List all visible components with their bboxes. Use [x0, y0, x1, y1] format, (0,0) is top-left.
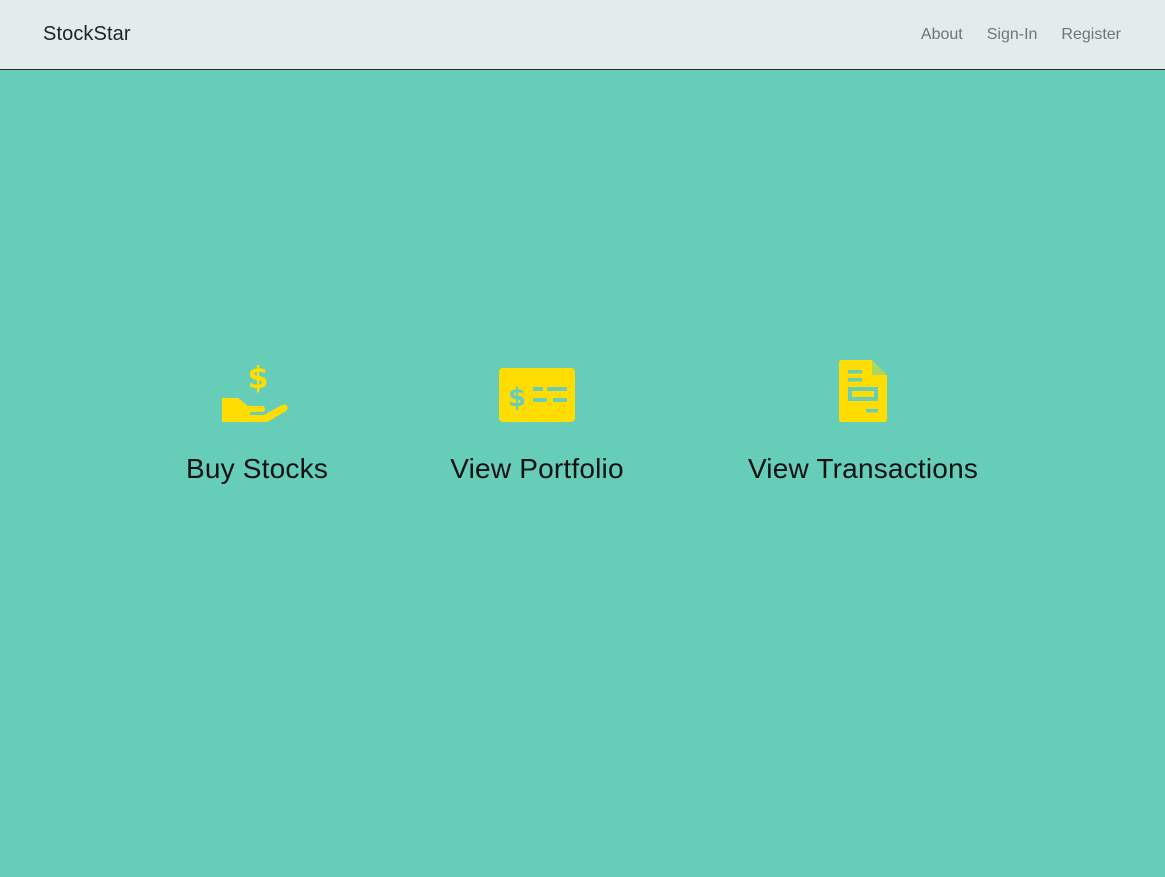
nav-link-sign-in[interactable]: Sign-In	[987, 26, 1038, 44]
main-content: $ Buy Stocks $ View Portfolio View Trans…	[0, 70, 1165, 877]
svg-text:$: $	[508, 383, 526, 413]
brand-link[interactable]: StockStar	[43, 23, 131, 46]
hand-holding-dollar-icon: $	[222, 358, 292, 422]
view-portfolio-label: View Portfolio	[450, 453, 624, 484]
svg-text:$: $	[248, 361, 269, 396]
nav-link-about[interactable]: About	[921, 26, 963, 44]
receipt-document-icon	[839, 358, 887, 422]
money-check-dollar-icon: $	[499, 358, 575, 422]
buy-stocks-tile[interactable]: $ Buy Stocks	[186, 358, 328, 485]
buy-stocks-label: Buy Stocks	[185, 453, 329, 484]
nav-links: About Sign-In Register	[921, 26, 1121, 44]
view-portfolio-tile[interactable]: $ View Portfolio	[447, 358, 627, 485]
view-transactions-label: View Transactions	[747, 453, 979, 484]
view-transactions-tile[interactable]: View Transactions	[746, 358, 980, 485]
nav-link-register[interactable]: Register	[1061, 26, 1121, 44]
navbar: StockStar About Sign-In Register	[0, 0, 1165, 70]
